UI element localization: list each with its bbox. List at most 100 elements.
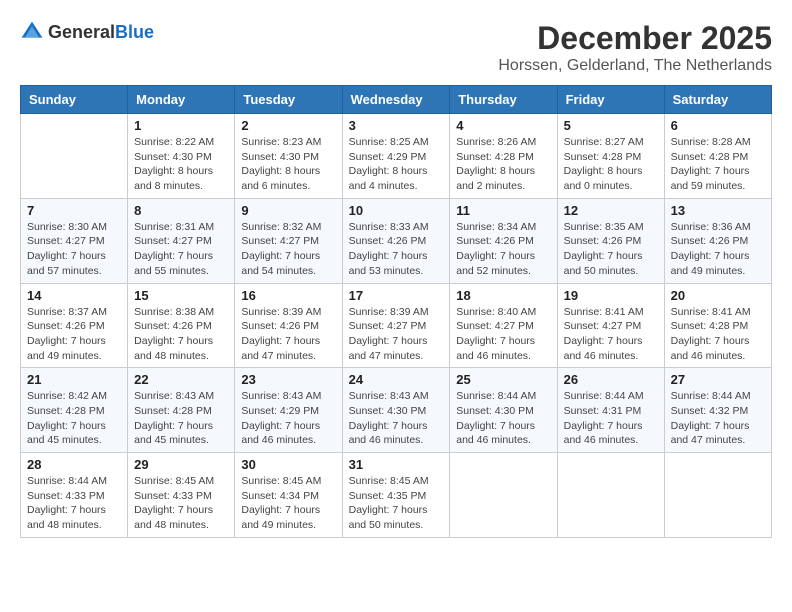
day-info: Sunrise: 8:41 AMSunset: 4:27 PMDaylight:… xyxy=(564,305,658,364)
logo-text-general: General xyxy=(48,23,115,41)
calendar-cell: 9 Sunrise: 8:32 AMSunset: 4:27 PMDaylight… xyxy=(235,198,342,283)
calendar-cell xyxy=(664,453,771,538)
day-number: 7 xyxy=(27,203,121,218)
day-number: 4 xyxy=(456,118,550,133)
calendar-cell: 25 Sunrise: 8:44 AMSunset: 4:30 PMDayligh… xyxy=(450,368,557,453)
calendar-cell: 31Sunrise: 8:45 AMSunset: 4:35 PMDayligh… xyxy=(342,453,450,538)
day-info: Sunrise: 8:26 AMSunset: 4:28 PMDaylight:… xyxy=(456,135,550,194)
calendar-cell: 15 Sunrise: 8:38 AMSunset: 4:26 PMDayligh… xyxy=(128,283,235,368)
day-number: 24 xyxy=(349,372,444,387)
day-number: 18 xyxy=(456,288,550,303)
calendar-cell: 13 Sunrise: 8:36 AMSunset: 4:26 PMDayligh… xyxy=(664,198,771,283)
day-number: 25 xyxy=(456,372,550,387)
day-info: Sunrise: 8:34 AMSunset: 4:26 PMDaylight:… xyxy=(456,220,550,279)
day-number: 13 xyxy=(671,203,765,218)
day-info: Sunrise: 8:45 AMSunset: 4:34 PMDaylight:… xyxy=(241,474,335,533)
logo-text-blue: Blue xyxy=(115,23,154,41)
day-info: Sunrise: 8:41 AMSunset: 4:28 PMDaylight:… xyxy=(671,305,765,364)
day-number: 11 xyxy=(456,203,550,218)
day-number: 10 xyxy=(349,203,444,218)
day-info: Sunrise: 8:43 AMSunset: 4:30 PMDaylight:… xyxy=(349,389,444,448)
calendar-cell: 7 Sunrise: 8:30 AMSunset: 4:27 PMDaylight… xyxy=(21,198,128,283)
day-number: 6 xyxy=(671,118,765,133)
day-info: Sunrise: 8:23 AMSunset: 4:30 PMDaylight:… xyxy=(241,135,335,194)
calendar-cell: 19 Sunrise: 8:41 AMSunset: 4:27 PMDayligh… xyxy=(557,283,664,368)
calendar-cell: 8Sunrise: 8:31 AMSunset: 4:27 PMDaylight… xyxy=(128,198,235,283)
location-title: Horssen, Gelderland, The Netherlands xyxy=(498,57,772,75)
calendar-cell: 24 Sunrise: 8:43 AMSunset: 4:30 PMDayligh… xyxy=(342,368,450,453)
calendar-week-row: 14 Sunrise: 8:37 AMSunset: 4:26 PMDayligh… xyxy=(21,283,772,368)
calendar-header-sunday: Sunday xyxy=(21,86,128,114)
calendar-week-row: 21 Sunrise: 8:42 AMSunset: 4:28 PMDayligh… xyxy=(21,368,772,453)
day-info: Sunrise: 8:33 AMSunset: 4:26 PMDaylight:… xyxy=(349,220,444,279)
day-number: 2 xyxy=(241,118,335,133)
calendar-cell: 3Sunrise: 8:25 AMSunset: 4:29 PMDaylight… xyxy=(342,114,450,199)
calendar-cell xyxy=(557,453,664,538)
calendar-header-monday: Monday xyxy=(128,86,235,114)
calendar-cell: 17 Sunrise: 8:39 AMSunset: 4:27 PMDayligh… xyxy=(342,283,450,368)
day-info: Sunrise: 8:42 AMSunset: 4:28 PMDaylight:… xyxy=(27,389,121,448)
day-number: 9 xyxy=(241,203,335,218)
calendar-week-row: 28Sunrise: 8:44 AMSunset: 4:33 PMDayligh… xyxy=(21,453,772,538)
calendar-cell: 12Sunrise: 8:35 AMSunset: 4:26 PMDayligh… xyxy=(557,198,664,283)
day-number: 26 xyxy=(564,372,658,387)
day-info: Sunrise: 8:43 AMSunset: 4:29 PMDaylight:… xyxy=(241,389,335,448)
day-info: Sunrise: 8:30 AMSunset: 4:27 PMDaylight:… xyxy=(27,220,121,279)
day-number: 28 xyxy=(27,457,121,472)
calendar-cell: 6 Sunrise: 8:28 AMSunset: 4:28 PMDaylight… xyxy=(664,114,771,199)
day-number: 14 xyxy=(27,288,121,303)
day-info: Sunrise: 8:39 AMSunset: 4:27 PMDaylight:… xyxy=(349,305,444,364)
day-info: Sunrise: 8:39 AMSunset: 4:26 PMDaylight:… xyxy=(241,305,335,364)
calendar-cell xyxy=(21,114,128,199)
logo: General Blue xyxy=(20,20,154,44)
month-title: December 2025 xyxy=(498,20,772,57)
calendar-cell: 5Sunrise: 8:27 AMSunset: 4:28 PMDaylight… xyxy=(557,114,664,199)
calendar-week-row: 1Sunrise: 8:22 AMSunset: 4:30 PMDaylight… xyxy=(21,114,772,199)
day-number: 21 xyxy=(27,372,121,387)
title-section: December 2025 Horssen, Gelderland, The N… xyxy=(498,20,772,75)
day-number: 22 xyxy=(134,372,228,387)
day-info: Sunrise: 8:28 AMSunset: 4:28 PMDaylight:… xyxy=(671,135,765,194)
calendar-week-row: 7 Sunrise: 8:30 AMSunset: 4:27 PMDaylight… xyxy=(21,198,772,283)
calendar-header-friday: Friday xyxy=(557,86,664,114)
calendar-cell: 4 Sunrise: 8:26 AMSunset: 4:28 PMDaylight… xyxy=(450,114,557,199)
calendar-cell xyxy=(450,453,557,538)
day-info: Sunrise: 8:36 AMSunset: 4:26 PMDaylight:… xyxy=(671,220,765,279)
calendar-table: SundayMondayTuesdayWednesdayThursdayFrid… xyxy=(20,85,772,538)
day-info: Sunrise: 8:44 AMSunset: 4:32 PMDaylight:… xyxy=(671,389,765,448)
day-number: 16 xyxy=(241,288,335,303)
day-number: 15 xyxy=(134,288,228,303)
calendar-cell: 28Sunrise: 8:44 AMSunset: 4:33 PMDayligh… xyxy=(21,453,128,538)
day-info: Sunrise: 8:44 AMSunset: 4:31 PMDaylight:… xyxy=(564,389,658,448)
calendar-header-saturday: Saturday xyxy=(664,86,771,114)
day-info: Sunrise: 8:38 AMSunset: 4:26 PMDaylight:… xyxy=(134,305,228,364)
day-info: Sunrise: 8:25 AMSunset: 4:29 PMDaylight:… xyxy=(349,135,444,194)
day-info: Sunrise: 8:40 AMSunset: 4:27 PMDaylight:… xyxy=(456,305,550,364)
calendar-header-thursday: Thursday xyxy=(450,86,557,114)
calendar-cell: 27 Sunrise: 8:44 AMSunset: 4:32 PMDayligh… xyxy=(664,368,771,453)
calendar-cell: 26 Sunrise: 8:44 AMSunset: 4:31 PMDayligh… xyxy=(557,368,664,453)
day-number: 19 xyxy=(564,288,658,303)
calendar-cell: 2 Sunrise: 8:23 AMSunset: 4:30 PMDaylight… xyxy=(235,114,342,199)
day-number: 17 xyxy=(349,288,444,303)
day-number: 30 xyxy=(241,457,335,472)
day-info: Sunrise: 8:32 AMSunset: 4:27 PMDaylight:… xyxy=(241,220,335,279)
day-number: 29 xyxy=(134,457,228,472)
day-info: Sunrise: 8:44 AMSunset: 4:30 PMDaylight:… xyxy=(456,389,550,448)
day-info: Sunrise: 8:43 AMSunset: 4:28 PMDaylight:… xyxy=(134,389,228,448)
calendar-cell: 29Sunrise: 8:45 AMSunset: 4:33 PMDayligh… xyxy=(128,453,235,538)
calendar-cell: 30 Sunrise: 8:45 AMSunset: 4:34 PMDayligh… xyxy=(235,453,342,538)
day-info: Sunrise: 8:37 AMSunset: 4:26 PMDaylight:… xyxy=(27,305,121,364)
day-number: 23 xyxy=(241,372,335,387)
day-number: 1 xyxy=(134,118,228,133)
calendar-header-tuesday: Tuesday xyxy=(235,86,342,114)
day-info: Sunrise: 8:45 AMSunset: 4:35 PMDaylight:… xyxy=(349,474,444,533)
page-header: General Blue December 2025 Horssen, Geld… xyxy=(20,20,772,75)
day-number: 5 xyxy=(564,118,658,133)
calendar-cell: 11 Sunrise: 8:34 AMSunset: 4:26 PMDayligh… xyxy=(450,198,557,283)
day-info: Sunrise: 8:31 AMSunset: 4:27 PMDaylight:… xyxy=(134,220,228,279)
logo-icon xyxy=(20,20,44,44)
calendar-header-wednesday: Wednesday xyxy=(342,86,450,114)
day-number: 27 xyxy=(671,372,765,387)
calendar-cell: 10 Sunrise: 8:33 AMSunset: 4:26 PMDayligh… xyxy=(342,198,450,283)
